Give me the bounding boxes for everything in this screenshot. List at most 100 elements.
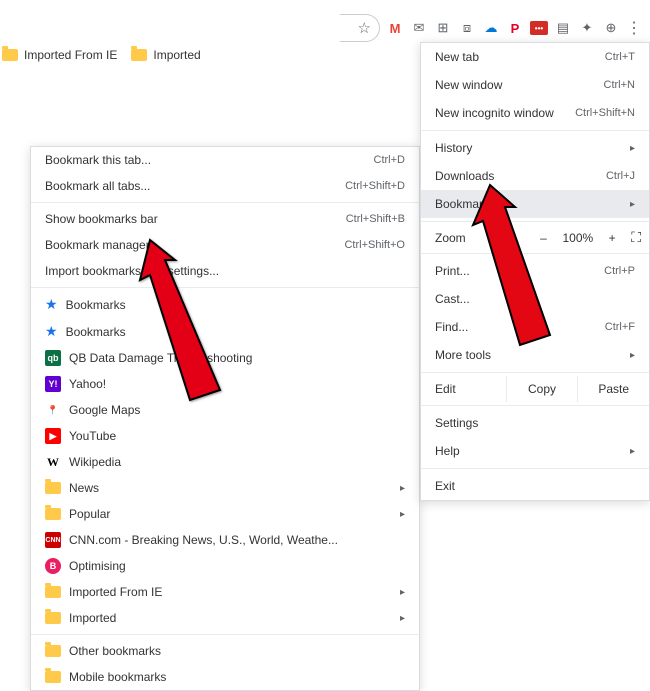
chevron-right-icon: ▸: [630, 143, 635, 154]
extension-icon-3[interactable]: ▤: [554, 19, 572, 37]
bookmark-label: Google Maps: [69, 403, 405, 417]
bookmark-item[interactable]: B Optimising: [31, 553, 419, 579]
bookmark-label: Yahoo!: [69, 377, 405, 391]
menu-new-tab[interactable]: New tabCtrl+T: [421, 43, 649, 71]
chevron-right-icon: ▸: [400, 613, 405, 624]
omnibox-end: ☆: [340, 14, 380, 42]
menu-separator: [421, 130, 649, 131]
dropbox-icon[interactable]: ⧈: [458, 19, 476, 37]
submenu-bookmark-all[interactable]: Bookmark all tabs...Ctrl+Shift+D: [31, 173, 419, 199]
folder-icon: [131, 49, 147, 61]
bookmark-item[interactable]: W Wikipedia: [31, 449, 419, 475]
menu-find[interactable]: Find...Ctrl+F: [421, 313, 649, 341]
folder-icon: [45, 671, 61, 683]
fullscreen-icon[interactable]: ⛶: [631, 229, 641, 246]
chrome-menu-icon[interactable]: ⋮: [626, 18, 642, 38]
submenu-mobile-bookmarks[interactable]: Mobile bookmarks: [31, 664, 419, 690]
youtube-icon: ▶: [45, 428, 61, 444]
wikipedia-icon: W: [45, 454, 61, 470]
menu-downloads[interactable]: DownloadsCtrl+J: [421, 162, 649, 190]
bookmark-label: Imported From IE: [24, 48, 117, 62]
bookmark-star-icon: ★: [45, 296, 58, 313]
menu-separator: [421, 221, 649, 222]
menu-exit[interactable]: Exit: [421, 472, 649, 500]
bookmark-label: Optimising: [69, 559, 405, 573]
menu-new-incognito[interactable]: New incognito windowCtrl+Shift+N: [421, 99, 649, 127]
chrome-main-menu: New tabCtrl+T New windowCtrl+N New incog…: [420, 42, 650, 501]
menu-separator: [421, 468, 649, 469]
chevron-right-icon: ▸: [630, 446, 635, 457]
zoom-out-button[interactable]: –: [534, 231, 552, 245]
menu-cast[interactable]: Cast...: [421, 285, 649, 313]
bookmark-item[interactable]: ▶ YouTube: [31, 423, 419, 449]
chevron-right-icon: ▸: [400, 509, 405, 520]
zoom-label: Zoom: [435, 231, 466, 245]
bookmark-item[interactable]: Popular▸: [31, 501, 419, 527]
bookmark-label: Imported From IE: [69, 585, 392, 599]
chevron-right-icon: ▸: [630, 350, 635, 361]
gmail-icon[interactable]: M: [386, 19, 404, 37]
pinterest-icon[interactable]: P: [506, 19, 524, 37]
folder-icon: [45, 482, 61, 494]
bookmark-item[interactable]: qb QB Data Damage Troubleshooting: [31, 345, 419, 371]
bookmark-label: Imported: [69, 611, 392, 625]
edit-label: Edit: [421, 376, 507, 402]
menu-bookmarks[interactable]: Bookmarks▸: [421, 190, 649, 218]
bookmark-label: Imported: [153, 48, 200, 62]
bookmark-item[interactable]: Imported From IE ▸: [31, 579, 419, 605]
bookmark-item[interactable]: 📍 Google Maps: [31, 397, 419, 423]
menu-new-window[interactable]: New windowCtrl+N: [421, 71, 649, 99]
submenu-bookmark-manager[interactable]: Bookmark managerCtrl+Shift+O: [31, 232, 419, 258]
folder-icon: [45, 586, 61, 598]
bookmark-label: QB Data Damage Troubleshooting: [69, 351, 405, 365]
zoom-in-button[interactable]: +: [603, 231, 621, 245]
menu-settings[interactable]: Settings: [421, 409, 649, 437]
bookmark-label: Wikipedia: [69, 455, 405, 469]
bookmarks-bar-item[interactable]: Imported From IE: [2, 48, 117, 62]
quickbooks-icon: qb: [45, 350, 61, 366]
chevron-right-icon: ▸: [400, 587, 405, 598]
bookmark-item[interactable]: ★Bookmarks: [31, 318, 419, 345]
menu-zoom: Zoom – 100% + ⛶: [421, 225, 649, 250]
bookmark-item[interactable]: News ▸: [31, 475, 419, 501]
extension-icon-4[interactable]: ⊕: [602, 19, 620, 37]
extension-icon-2[interactable]: ⊞: [434, 19, 452, 37]
menu-edit-copy-paste: Edit Copy Paste: [421, 376, 649, 402]
extensions-puzzle-icon[interactable]: ✦: [578, 19, 596, 37]
bookmark-star-icon[interactable]: ☆: [358, 19, 371, 37]
chevron-right-icon: ▸: [630, 199, 635, 210]
menu-separator: [31, 634, 419, 635]
paste-button[interactable]: Paste: [578, 376, 649, 402]
extension-icon-1[interactable]: ✉: [410, 19, 428, 37]
bookmark-label: Bookmarks: [66, 298, 405, 312]
onedrive-icon[interactable]: ☁: [482, 19, 500, 37]
bookmark-label: News: [69, 481, 392, 495]
folder-icon: [45, 612, 61, 624]
copy-button[interactable]: Copy: [507, 376, 579, 402]
menu-print[interactable]: Print...Ctrl+P: [421, 257, 649, 285]
menu-history[interactable]: History▸: [421, 134, 649, 162]
zoom-value: 100%: [562, 231, 593, 245]
submenu-other-bookmarks[interactable]: Other bookmarks: [31, 638, 419, 664]
folder-icon: [2, 49, 18, 61]
submenu-show-bar[interactable]: Show bookmarks barCtrl+Shift+B: [31, 206, 419, 232]
bookmark-item[interactable]: Imported ▸: [31, 605, 419, 631]
bookmark-label: YouTube: [69, 429, 405, 443]
menu-more-tools[interactable]: More tools▸: [421, 341, 649, 369]
bookmarks-submenu: Bookmark this tab...Ctrl+D Bookmark all …: [30, 146, 420, 691]
submenu-bookmark-tab[interactable]: Bookmark this tab...Ctrl+D: [31, 147, 419, 173]
menu-separator: [421, 405, 649, 406]
menu-help[interactable]: Help▸: [421, 437, 649, 465]
bookmark-item[interactable]: CNNCNN.com - Breaking News, U.S., World,…: [31, 527, 419, 553]
bookmarks-bar-item[interactable]: Imported: [131, 48, 200, 62]
menu-separator: [31, 287, 419, 288]
bookmark-item[interactable]: ★ Bookmarks: [31, 291, 419, 318]
submenu-import[interactable]: Import bookmarks and settings...: [31, 258, 419, 284]
menu-separator: [31, 202, 419, 203]
chevron-right-icon: ▸: [400, 483, 405, 494]
optimising-icon: B: [45, 558, 61, 574]
bookmark-label: CNN.com - Breaking News, U.S., World, We…: [69, 533, 405, 547]
bookmark-item[interactable]: Y!Yahoo!: [31, 371, 419, 397]
lastpass-icon[interactable]: •••: [530, 21, 548, 35]
google-maps-icon: 📍: [45, 402, 61, 418]
